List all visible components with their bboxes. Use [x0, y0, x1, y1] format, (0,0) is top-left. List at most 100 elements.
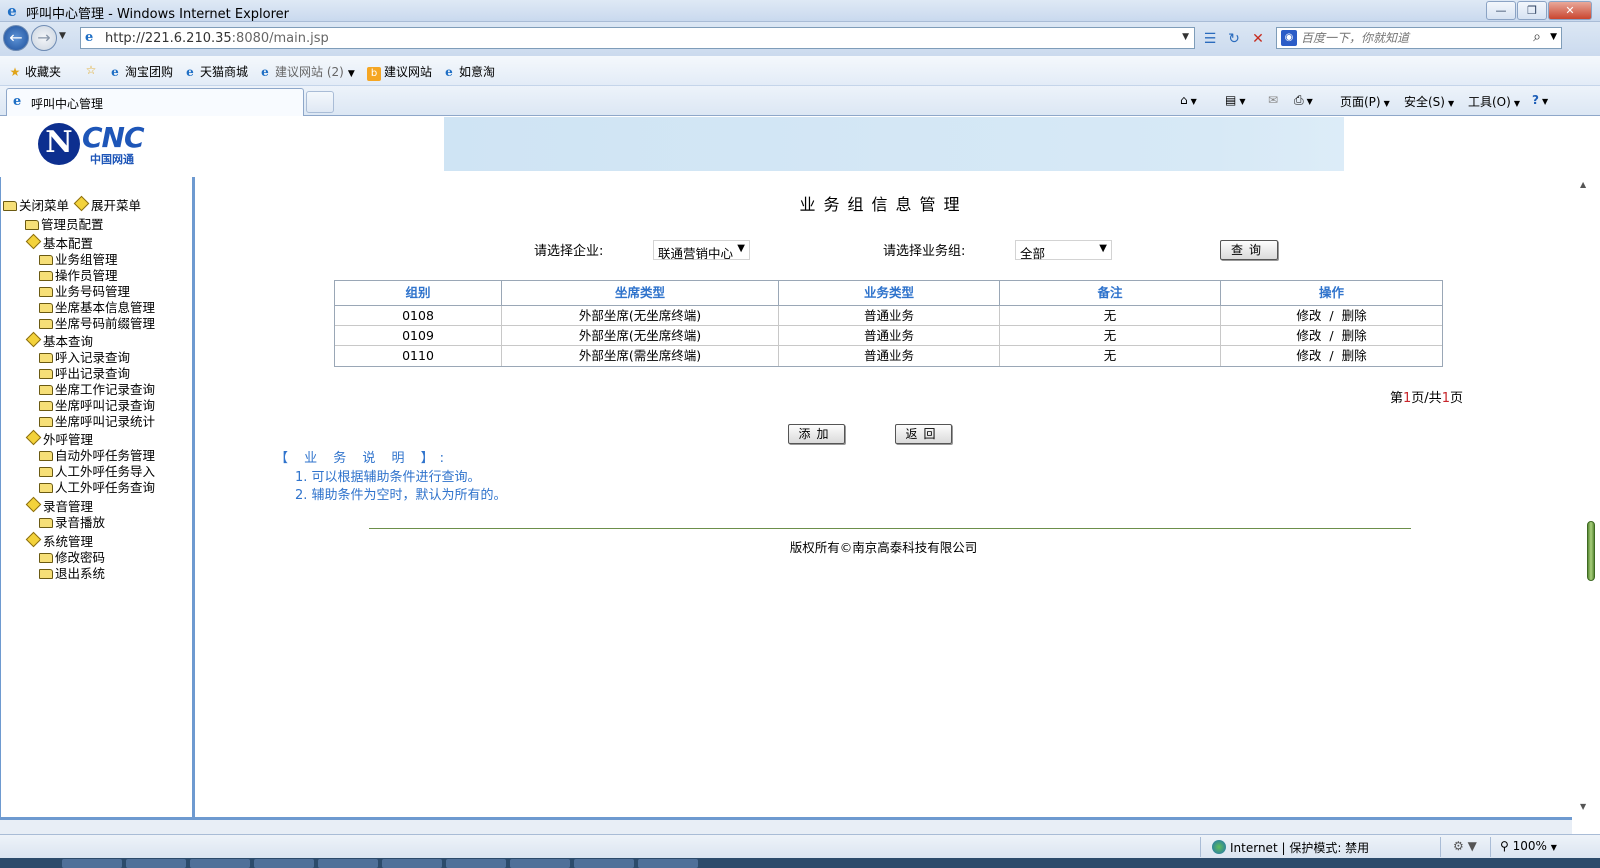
scroll-up-icon[interactable]: ▲ — [1580, 180, 1586, 189]
edit-link[interactable]: 修改 — [1296, 308, 1321, 323]
diamond-icon — [25, 429, 42, 446]
search-icon[interactable]: ⌕ — [1533, 29, 1541, 45]
new-tab-button[interactable] — [306, 91, 334, 113]
tab-call-center-management[interactable]: e 呼叫中心管理 — [6, 88, 304, 116]
copyright-text: 版权所有©南京高泰科技有限公司 — [789, 540, 978, 555]
tab-label: 呼叫中心管理 — [31, 97, 104, 111]
close-button[interactable]: ✕ — [1548, 1, 1592, 20]
delete-link[interactable]: 删除 — [1342, 328, 1367, 343]
sidebar-item[interactable]: 坐席号码前缀管理 — [39, 313, 155, 332]
sidebar-item-label: 管理员配置 — [41, 217, 104, 232]
column-header-actions: 操作 — [1318, 285, 1344, 300]
forward-button[interactable]: → — [31, 25, 57, 51]
vertical-scrollbar[interactable]: ▲ ▼ — [1572, 177, 1600, 817]
taskbar-item[interactable] — [382, 859, 442, 868]
sidebar-item[interactable]: 坐席呼叫记录统计 — [39, 411, 155, 430]
back-button-page[interactable]: 返回 — [895, 424, 952, 444]
recent-pages-dropdown-icon[interactable]: ▼ — [59, 31, 66, 41]
sidebar-item[interactable]: 人工外呼任务查询 — [39, 477, 155, 496]
favorite-link-suggested-sites[interactable]: b 建议网站 — [367, 63, 432, 81]
windows-taskbar — [0, 858, 1600, 868]
table-row: 0109 外部坐席(无坐席终端) 普通业务无 修改 / 删除 — [335, 326, 1442, 346]
edit-link[interactable]: 修改 — [1296, 348, 1321, 363]
add-favorite-icon[interactable]: ☆ — [84, 63, 101, 77]
search-box[interactable]: ◉ ⌕ ▼ — [1276, 27, 1562, 49]
ie-page-icon: e — [186, 65, 194, 79]
action-separator: / — [1329, 348, 1334, 363]
taskbar-item[interactable] — [574, 859, 634, 868]
add-button[interactable]: 添加 — [788, 424, 845, 444]
print-icon[interactable]: ⎙ ▼ — [1294, 93, 1313, 108]
delete-link[interactable]: 删除 — [1342, 348, 1367, 363]
stop-icon[interactable]: ✕ — [1248, 29, 1268, 49]
url-text[interactable]: http://221.6.210.35:8080/main.jsp — [105, 31, 329, 46]
sidebar-item[interactable]: 录音播放 — [39, 512, 105, 531]
cell-actions: 修改 / 删除 — [1221, 346, 1442, 366]
bing-icon: b — [367, 67, 381, 81]
baidu-paw-icon: ◉ — [1281, 30, 1297, 46]
enterprise-label: 请选择企业: — [534, 244, 604, 259]
ie-page-icon: e — [13, 94, 22, 109]
enterprise-select[interactable]: 联通营销中心 ▼ — [653, 240, 750, 261]
zoom-level[interactable]: ⚲ 100% ▼ — [1500, 839, 1557, 853]
delete-link[interactable]: 删除 — [1342, 308, 1367, 323]
folder-icon — [39, 287, 53, 297]
folder-icon — [39, 353, 53, 363]
cell-actions: 修改 / 删除 — [1221, 326, 1442, 345]
search-input[interactable] — [1301, 30, 1531, 46]
feeds-icon[interactable]: ▤ ▼ — [1225, 93, 1246, 107]
taskbar-item[interactable] — [446, 859, 506, 868]
favorite-link-ruyitao[interactable]: e 如意淘 — [442, 63, 495, 80]
query-button[interactable]: 查询 — [1220, 240, 1278, 260]
folder-icon — [39, 553, 53, 563]
favorite-link-taobao-group[interactable]: e 淘宝团购 — [108, 63, 173, 80]
favorites-button[interactable]: ★ 收藏夹 — [8, 63, 61, 80]
scrollbar-thumb[interactable] — [1587, 521, 1595, 581]
home-icon[interactable]: ⌂ ▼ — [1180, 93, 1197, 107]
compatibility-view-icon[interactable]: ☰ — [1200, 29, 1220, 49]
taskbar-item[interactable] — [254, 859, 314, 868]
taskbar-item[interactable] — [126, 859, 186, 868]
scroll-down-icon[interactable]: ▼ — [1580, 802, 1586, 811]
read-mail-icon[interactable]: ✉ — [1268, 93, 1278, 107]
taskbar-item[interactable] — [510, 859, 570, 868]
ie-logo-icon: e — [7, 2, 17, 20]
sidebar-item[interactable]: 退出系统 — [39, 563, 105, 582]
business-group-table: 组别 坐席类型 业务类型 备注 操作 0108 外部坐席(无坐席终端) 普通业务无修… — [334, 280, 1443, 367]
folder-icon — [39, 483, 53, 493]
back-button[interactable]: ← — [3, 25, 29, 51]
sidebar-item[interactable]: 管理员配置 — [25, 214, 104, 233]
column-header-seat-type: 坐席类型 — [502, 281, 779, 305]
maximize-button[interactable]: ❐ — [1517, 1, 1547, 20]
expand-menu-link[interactable]: 展开菜单 — [73, 195, 141, 213]
safety-menu[interactable]: 安全(S) ▼ — [1404, 93, 1454, 110]
window-title: 呼叫中心管理 - Windows Internet Explorer — [26, 7, 289, 22]
taskbar-item[interactable] — [638, 859, 698, 868]
business-notes: 【 业 务 说 明 】: — [275, 447, 450, 466]
help-icon[interactable]: ? ▼ — [1532, 93, 1548, 107]
favorite-link-tmall[interactable]: e 天猫商城 — [183, 63, 248, 80]
frame-bottom-border — [0, 817, 1572, 834]
chevron-down-icon: ▼ — [1550, 843, 1557, 852]
note-item: 2. 辅助条件为空时，默认为所有的。 — [295, 488, 507, 503]
minimize-button[interactable]: — — [1486, 1, 1516, 20]
taskbar-item[interactable] — [318, 859, 378, 868]
edit-link[interactable]: 修改 — [1296, 328, 1321, 343]
favorite-link-suggested-sites-folder[interactable]: e 建议网站 (2) ▼ — [258, 63, 355, 80]
url-dropdown-icon[interactable]: ▼ — [1182, 32, 1189, 42]
security-zone[interactable]: Internet | 保护模式: 禁用 — [1212, 839, 1369, 856]
tools-menu[interactable]: 工具(O) ▼ — [1468, 93, 1520, 110]
search-options-dropdown-icon[interactable]: ▼ — [1550, 32, 1557, 42]
cell-biz-type: 普通业务 — [779, 306, 1000, 325]
url-field[interactable]: e http://221.6.210.35:8080/main.jsp ▼ — [80, 27, 1195, 49]
page-menu[interactable]: 页面(P) ▼ — [1340, 93, 1390, 110]
folder-icon — [39, 417, 53, 427]
window-titlebar: e 呼叫中心管理 - Windows Internet Explorer — ❐… — [0, 0, 1600, 22]
refresh-icon[interactable]: ↻ — [1224, 29, 1244, 49]
taskbar-item[interactable] — [190, 859, 250, 868]
collapse-menu-link[interactable]: 关闭菜单 — [3, 198, 69, 213]
popup-blocker-icon[interactable]: ⚙ ▼ — [1453, 839, 1477, 853]
business-group-select[interactable]: 全部 ▼ — [1015, 240, 1112, 261]
taskbar-item[interactable] — [62, 859, 122, 868]
tab-row: e 呼叫中心管理 ⌂ ▼ ▤ ▼ ✉ ⎙ ▼ 页面(P) ▼ 安全(S) ▼ 工具(O) ▼… — [0, 86, 1600, 116]
